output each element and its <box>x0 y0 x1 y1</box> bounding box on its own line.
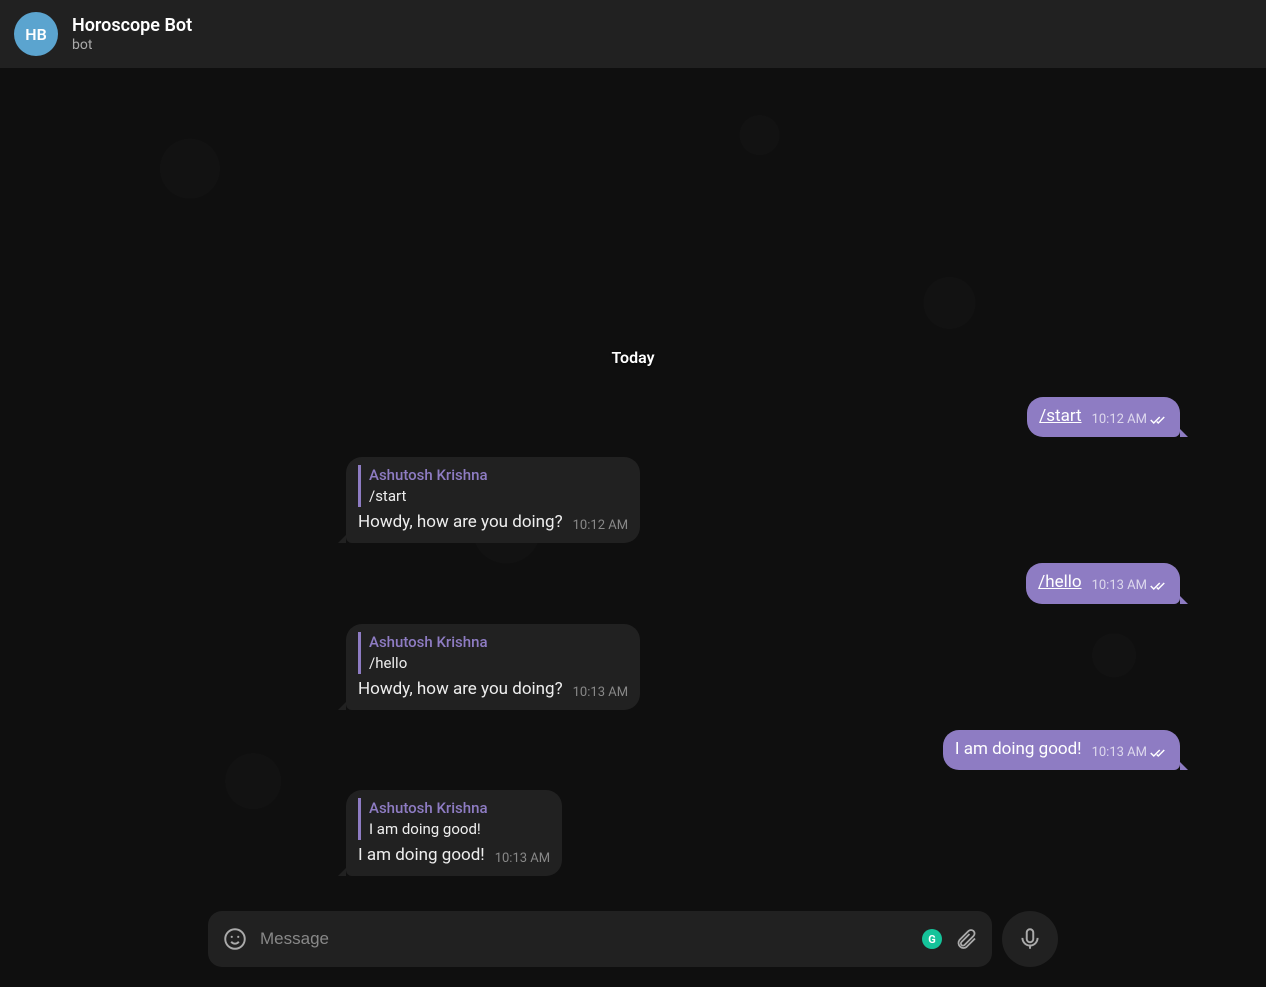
message-time: 10:13 AM <box>1092 577 1147 595</box>
date-label: Today <box>611 348 654 367</box>
message-meta: 10:13 AM <box>1092 571 1168 595</box>
message-time: 10:13 AM <box>495 850 550 868</box>
grammarly-badge-icon[interactable]: G <box>922 929 942 949</box>
double-check-icon <box>1150 413 1168 427</box>
message-row: Ashutosh Krishna/hello Howdy, how are you… <box>86 624 1180 710</box>
message-text: /hello <box>1038 572 1081 592</box>
message-time: 10:12 AM <box>573 517 628 535</box>
double-check-icon <box>1150 579 1168 593</box>
double-check-icon <box>1150 746 1168 760</box>
avatar[interactable]: HB <box>14 12 58 56</box>
message-time: 10:13 AM <box>1092 744 1147 762</box>
incoming-message-bubble[interactable]: Ashutosh Krishna/hello Howdy, how are you… <box>346 624 640 710</box>
message-meta: 10:12 AM <box>573 511 628 535</box>
message-meta: 10:13 AM <box>1092 738 1168 762</box>
message-time: 10:12 AM <box>1092 411 1147 429</box>
message-text: I am doing good! <box>955 739 1082 759</box>
message-meta: 10:13 AM <box>495 844 550 868</box>
message-row: Ashutosh Krishna/start Howdy, how are you… <box>86 457 1180 543</box>
emoji-icon[interactable] <box>222 926 248 952</box>
reply-text: /start <box>369 486 628 507</box>
reply-strip[interactable]: Ashutosh Krishna/start <box>358 465 628 507</box>
chat-title: Horoscope Bot <box>72 15 192 36</box>
message-text: /start <box>1039 406 1081 426</box>
message-meta: 10:13 AM <box>573 678 628 702</box>
composer-wrap: G <box>208 911 1058 967</box>
outgoing-message-bubble[interactable]: /hello 10:13 AM <box>1026 563 1180 603</box>
reply-strip[interactable]: Ashutosh Krishna/hello <box>358 632 628 674</box>
chat-subtitle: bot <box>72 37 192 53</box>
reply-sender-name: Ashutosh Krishna <box>369 798 550 819</box>
message-meta: 10:12 AM <box>1092 405 1168 429</box>
message-row: Ashutosh KrishnaI am doing good!I am doi… <box>86 790 1180 876</box>
composer[interactable]: G <box>208 911 992 967</box>
header-info: Horoscope Bot bot <box>72 15 192 53</box>
message-row: /start 10:12 AM <box>86 397 1180 437</box>
attach-icon[interactable] <box>954 927 978 951</box>
message-row: /hello 10:13 AM <box>86 563 1180 603</box>
reply-strip[interactable]: Ashutosh KrishnaI am doing good! <box>358 798 550 840</box>
incoming-message-bubble[interactable]: Ashutosh KrishnaI am doing good!I am doi… <box>346 790 562 876</box>
message-text: Howdy, how are you doing? <box>358 512 563 532</box>
reply-sender-name: Ashutosh Krishna <box>369 632 628 653</box>
message-row: I am doing good! 10:13 AM <box>86 730 1180 770</box>
incoming-message-bubble[interactable]: Ashutosh Krishna/start Howdy, how are you… <box>346 457 640 543</box>
message-text: Howdy, how are you doing? <box>358 679 563 699</box>
reply-sender-name: Ashutosh Krishna <box>369 465 628 486</box>
outgoing-message-bubble[interactable]: I am doing good! 10:13 AM <box>943 730 1180 770</box>
mic-button[interactable] <box>1002 911 1058 967</box>
reply-text: I am doing good! <box>369 819 550 840</box>
message-time: 10:13 AM <box>573 684 628 702</box>
chat-header[interactable]: HB Horoscope Bot bot <box>0 0 1266 68</box>
outgoing-message-bubble[interactable]: /start 10:12 AM <box>1027 397 1180 437</box>
message-input[interactable] <box>260 929 910 949</box>
avatar-initials: HB <box>25 25 46 44</box>
reply-text: /hello <box>369 653 628 674</box>
date-separator: Today <box>86 348 1180 367</box>
message-text: I am doing good! <box>358 845 485 865</box>
chat-area[interactable]: Today /start10:12 AMAshutosh Krishna/sta… <box>0 68 1266 907</box>
